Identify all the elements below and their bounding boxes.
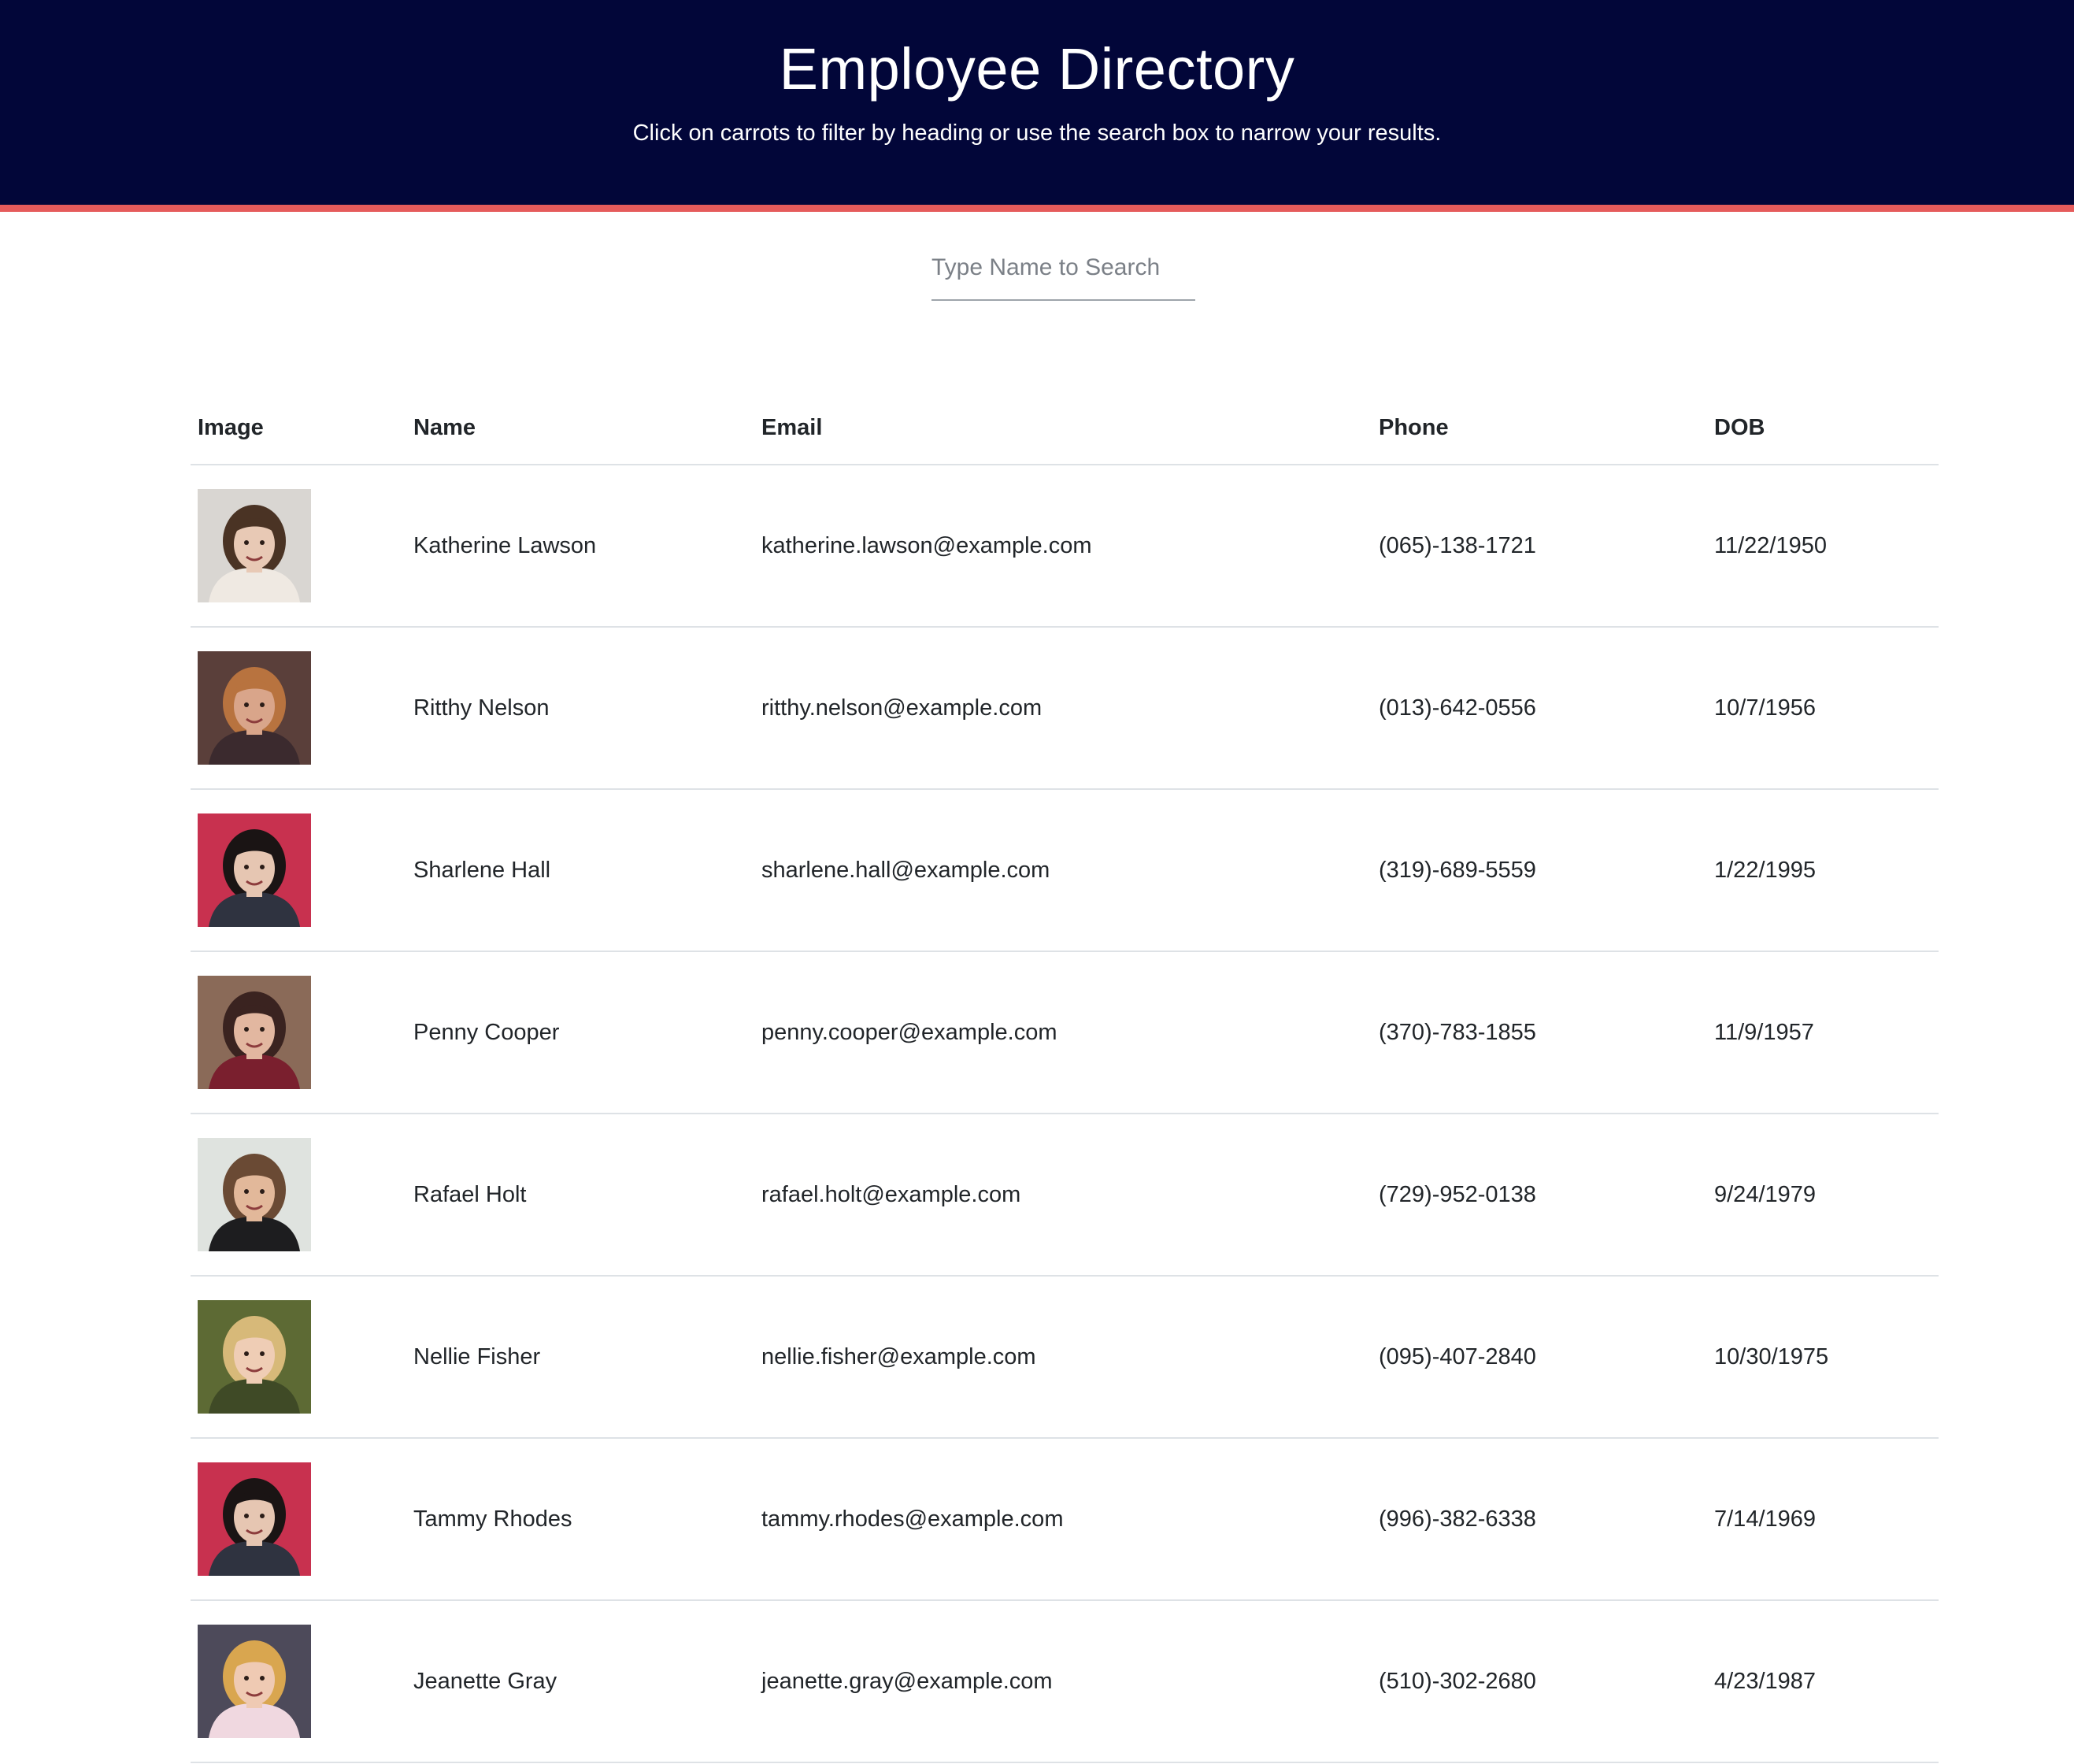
table-row: Penny Cooper penny.cooper@example.com (370… [191, 951, 1939, 1114]
cell-dob: 7/14/1969 [1707, 1438, 1939, 1601]
cell-email: ritthy.nelson@example.com [754, 627, 1372, 790]
cell-image [191, 465, 406, 628]
cell-image [191, 1438, 406, 1601]
cell-phone: (319)-689-5559 [1372, 789, 1707, 952]
cell-image [191, 1276, 406, 1439]
cell-email: nellie.fisher@example.com [754, 1276, 1372, 1439]
search-input[interactable] [931, 244, 1195, 299]
table-row: Jeanette Gray jeanette.gray@example.com (5… [191, 1600, 1939, 1763]
employee-photo [198, 976, 311, 1089]
cell-email: penny.cooper@example.com [754, 951, 1372, 1114]
cell-dob: 10/7/1956 [1707, 627, 1939, 790]
cell-name: Jeanette Gray [406, 1600, 754, 1763]
column-header-image[interactable]: Image [191, 392, 406, 465]
table-body: Katherine Lawson katherine.lawson@example… [191, 465, 1939, 1763]
cell-name: Katherine Lawson [406, 465, 754, 628]
cell-image [191, 951, 406, 1114]
employee-photo [198, 1300, 311, 1414]
table-header-row: Image Name Email Phone DOB [191, 392, 1939, 465]
column-header-email[interactable]: Email [754, 392, 1372, 465]
cell-phone: (729)-952-0138 [1372, 1114, 1707, 1277]
cell-dob: 1/22/1995 [1707, 789, 1939, 952]
column-header-name[interactable]: Name [406, 392, 754, 465]
cell-dob: 10/30/1975 [1707, 1276, 1939, 1439]
search-field [931, 244, 1195, 301]
employee-table-container: Image Name Email Phone DOB Katherine Law… [191, 392, 1939, 1763]
table-row: Tammy Rhodes tammy.rhodes@example.com (996… [191, 1438, 1939, 1601]
cell-phone: (065)-138-1721 [1372, 465, 1707, 628]
page-subtitle: Click on carrots to filter by heading or… [632, 120, 1442, 146]
employee-photo [198, 1138, 311, 1251]
cell-name: Rafael Holt [406, 1114, 754, 1277]
cell-image [191, 1600, 406, 1763]
cell-email: sharlene.hall@example.com [754, 789, 1372, 952]
column-header-dob[interactable]: DOB [1707, 392, 1939, 465]
page-title: Employee Directory [779, 36, 1295, 102]
cell-email: jeanette.gray@example.com [754, 1600, 1372, 1763]
header-accent-stripe [0, 205, 2074, 212]
employee-photo [198, 813, 311, 927]
employee-photo [198, 651, 311, 765]
page-header: Employee Directory Click on carrots to f… [0, 0, 2074, 205]
cell-dob: 4/23/1987 [1707, 1600, 1939, 1763]
cell-dob: 11/9/1957 [1707, 951, 1939, 1114]
cell-name: Ritthy Nelson [406, 627, 754, 790]
cell-email: katherine.lawson@example.com [754, 465, 1372, 628]
table-row: Rafael Holt rafael.holt@example.com (729)-… [191, 1114, 1939, 1277]
cell-name: Nellie Fisher [406, 1276, 754, 1439]
employee-photo [198, 1625, 311, 1738]
cell-name: Tammy Rhodes [406, 1438, 754, 1601]
cell-dob: 9/24/1979 [1707, 1114, 1939, 1277]
employee-photo [198, 489, 311, 602]
table-row: Nellie Fisher nellie.fisher@example.com (0… [191, 1276, 1939, 1439]
employee-photo [198, 1462, 311, 1576]
table-row: Katherine Lawson katherine.lawson@example… [191, 465, 1939, 628]
table-header: Image Name Email Phone DOB [191, 392, 1939, 465]
table-row: Ritthy Nelson ritthy.nelson@example.com (0… [191, 627, 1939, 790]
cell-email: tammy.rhodes@example.com [754, 1438, 1372, 1601]
employee-table: Image Name Email Phone DOB Katherine Law… [191, 392, 1939, 1763]
cell-image [191, 627, 406, 790]
table-row: Sharlene Hall sharlene.hall@example.com (3… [191, 789, 1939, 952]
cell-image [191, 1114, 406, 1277]
cell-phone: (510)-302-2680 [1372, 1600, 1707, 1763]
column-header-phone[interactable]: Phone [1372, 392, 1707, 465]
cell-name: Sharlene Hall [406, 789, 754, 952]
cell-dob: 11/22/1950 [1707, 465, 1939, 628]
cell-phone: (013)-642-0556 [1372, 627, 1707, 790]
cell-email: rafael.holt@example.com [754, 1114, 1372, 1277]
cell-name: Penny Cooper [406, 951, 754, 1114]
cell-phone: (370)-783-1855 [1372, 951, 1707, 1114]
cell-phone: (996)-382-6338 [1372, 1438, 1707, 1601]
cell-image [191, 789, 406, 952]
cell-phone: (095)-407-2840 [1372, 1276, 1707, 1439]
